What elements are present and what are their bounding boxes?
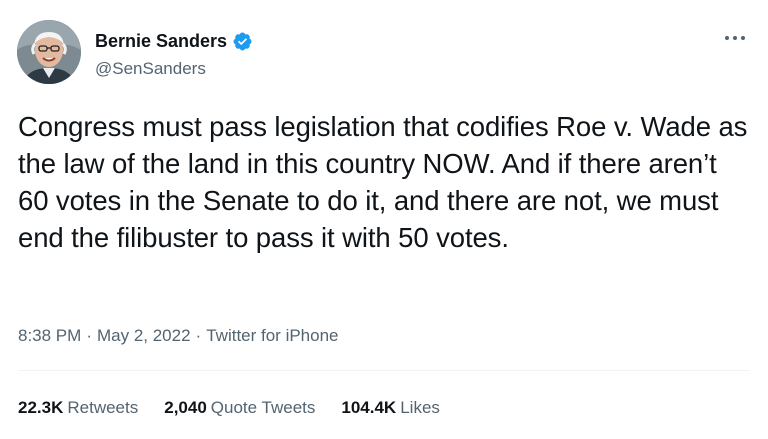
- more-options-icon[interactable]: [724, 33, 746, 43]
- quote-tweets-label: Quote Tweets: [210, 398, 316, 417]
- tweet-source-link[interactable]: Twitter for iPhone: [206, 326, 338, 346]
- likes-count: 104.4K: [341, 398, 397, 417]
- retweets-label: Retweets: [67, 398, 139, 417]
- tweet-stats: 22.3K Retweets 2,040 Quote Tweets 104.4K Li…: [18, 398, 466, 418]
- tweet-card: Bernie Sanders @SenSanders Congress must…: [0, 0, 768, 439]
- author-display-name[interactable]: Bernie Sanders: [95, 30, 227, 52]
- quote-tweets-stat[interactable]: 2,040 Quote Tweets: [164, 398, 315, 418]
- likes-label: Likes: [400, 398, 440, 417]
- author-name-row: Bernie Sanders: [95, 30, 253, 52]
- meta-separator: ·: [86, 326, 92, 345]
- retweets-count: 22.3K: [18, 398, 64, 417]
- likes-stat[interactable]: 104.4K Likes: [341, 398, 440, 418]
- tweet-date[interactable]: May 2, 2022: [97, 326, 191, 346]
- quote-tweets-count: 2,040: [164, 398, 207, 417]
- avatar[interactable]: [17, 20, 81, 84]
- divider: [18, 370, 750, 371]
- tweet-text: Congress must pass legislation that codi…: [18, 111, 748, 253]
- tweet-time[interactable]: 8:38 PM: [18, 326, 81, 346]
- verified-badge-icon: [232, 31, 253, 52]
- retweets-stat[interactable]: 22.3K Retweets: [18, 398, 138, 418]
- bernie-sanders-avatar-icon: [17, 20, 81, 84]
- meta-separator: ·: [195, 326, 202, 345]
- tweet-meta: 8:38 PM · May 2, 2022 · Twitter for iPho…: [18, 326, 339, 346]
- author-handle[interactable]: @SenSanders: [95, 59, 206, 79]
